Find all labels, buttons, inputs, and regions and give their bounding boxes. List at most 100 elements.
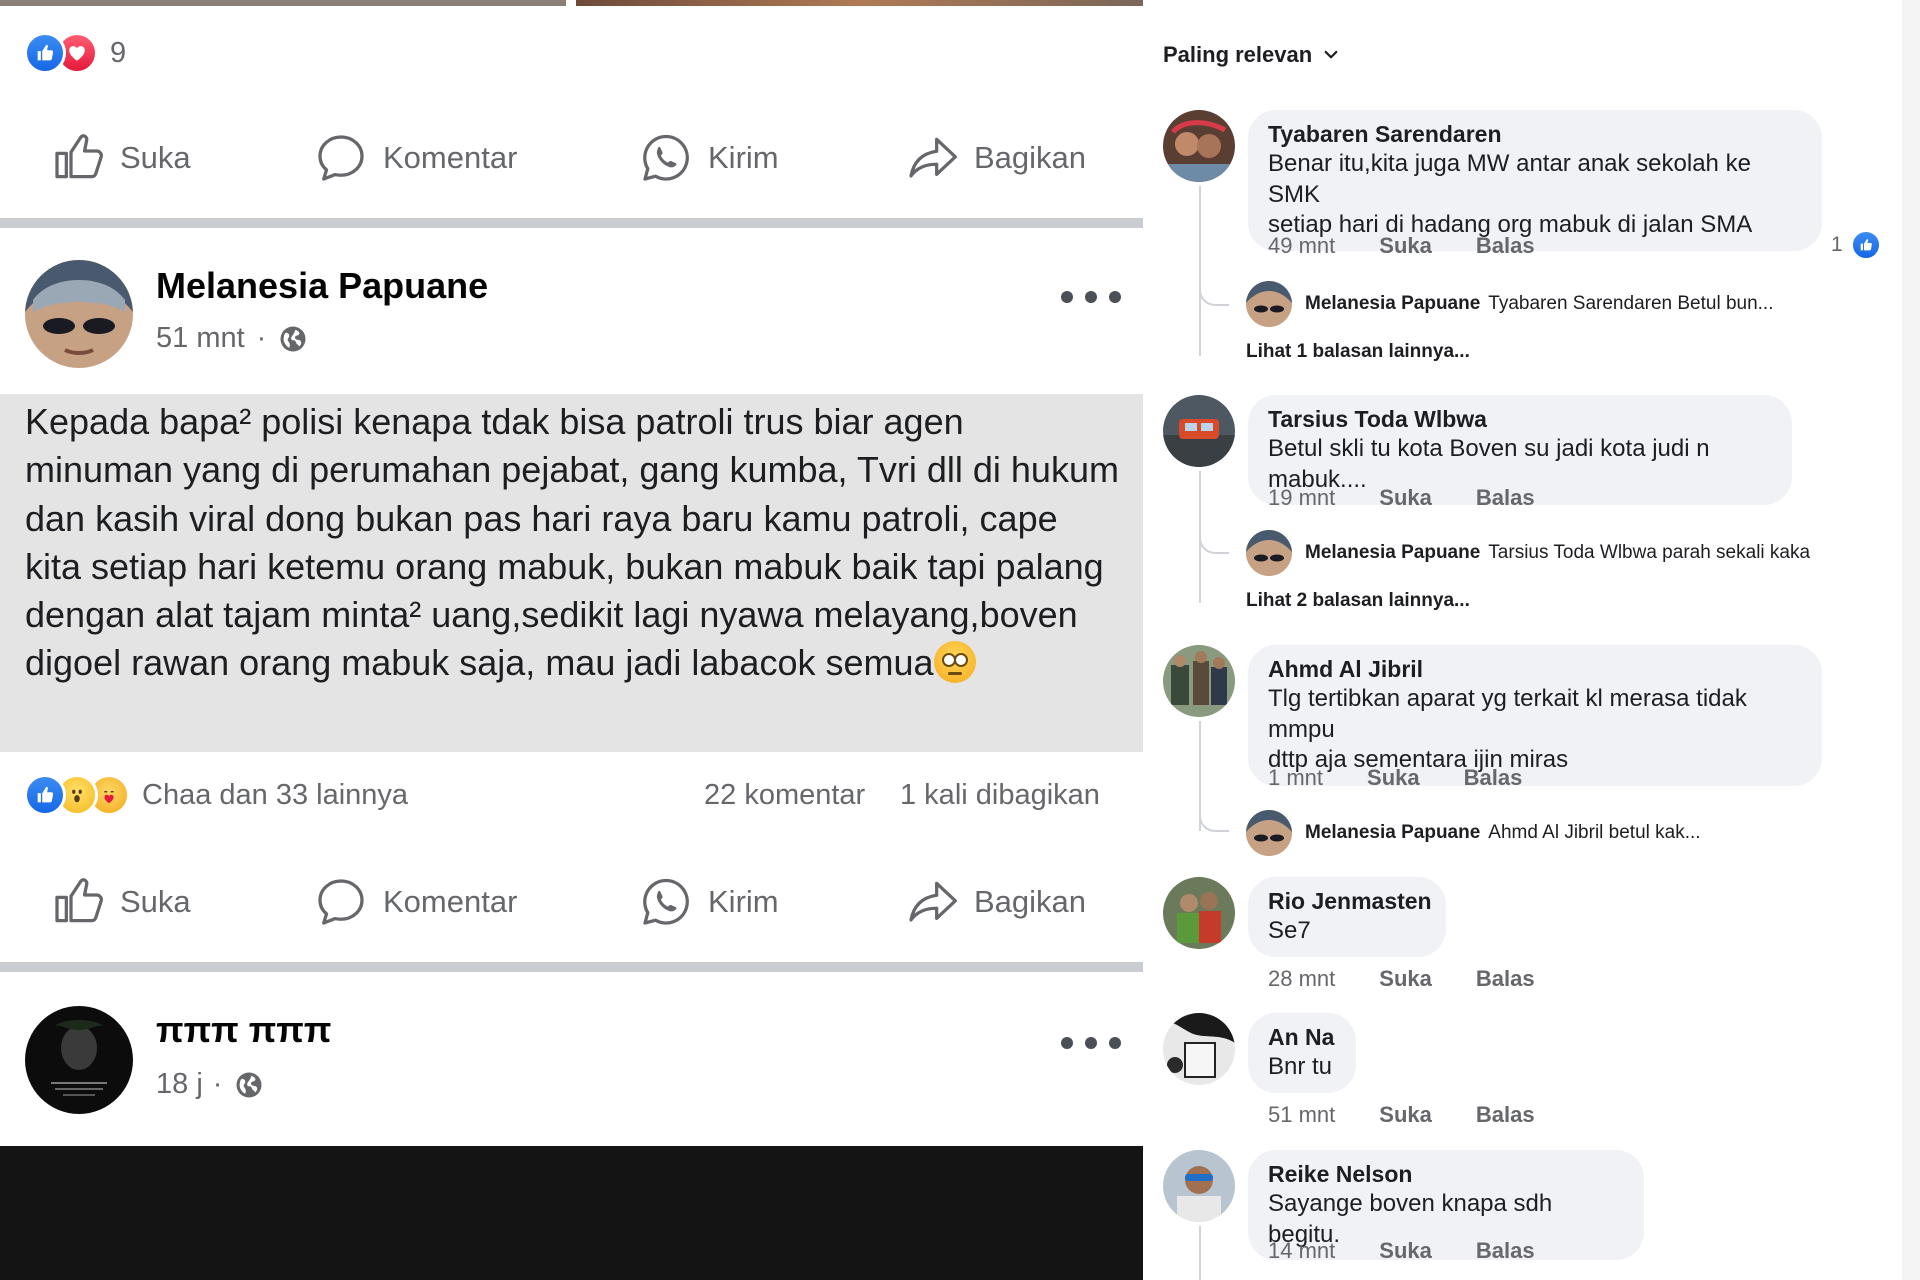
more-icon[interactable] (1061, 282, 1121, 312)
comment-time[interactable]: 28 mnt (1268, 966, 1335, 992)
like-button[interactable]: Suka (50, 130, 191, 186)
avatar[interactable] (1163, 645, 1235, 717)
sort-label: Paling relevan (1163, 42, 1313, 67)
shares-count[interactable]: 1 kali dibagikan (900, 779, 1100, 812)
send-button[interactable]: Kirim (638, 130, 779, 186)
comment-bubble[interactable]: Rio Jenmasten Se7 (1248, 877, 1446, 957)
next-post-media[interactable] (0, 1146, 1143, 1280)
comment-button[interactable]: Komentar (313, 130, 517, 186)
comment-reply-button[interactable]: Balas (1476, 485, 1535, 511)
comment-meta: 49 mnt Suka Balas (1268, 233, 1579, 259)
scrollbar[interactable] (1902, 0, 1920, 1280)
reply-preview[interactable]: Melanesia Papuane Ahmd Al Jibril betul ka… (1305, 822, 1701, 844)
reactions-text: Chaa dan 33 lainnya (142, 778, 409, 811)
share-icon (904, 874, 960, 930)
comment-like-count[interactable]: 1 (1831, 230, 1881, 260)
like-button[interactable]: Suka (50, 874, 191, 930)
post-text: Kepada bapa² polisi kenapa tdak bisa pat… (0, 394, 1143, 752)
comment-time[interactable]: 51 mnt (1268, 1102, 1335, 1128)
reply-author[interactable]: Melanesia Papuane (1305, 822, 1480, 843)
avatar[interactable] (25, 260, 133, 368)
more-icon[interactable] (1061, 1028, 1121, 1058)
reply-preview[interactable]: Melanesia Papuane Tyabaren Sarendaren Bet… (1305, 293, 1774, 315)
meta-separator: · (212, 1068, 223, 1100)
reply-author[interactable]: Melanesia Papuane (1305, 293, 1480, 314)
comment-reply-button[interactable]: Balas (1476, 1238, 1535, 1264)
avatar[interactable] (1246, 530, 1292, 576)
avatar[interactable] (1163, 110, 1235, 182)
post-reactions[interactable]: Chaa dan 33 lainnya (24, 774, 408, 816)
comment-icon (313, 130, 369, 186)
share-icon (904, 130, 960, 186)
reply-text: Tarsius Toda Wlbwa parah sekali kaka (1488, 542, 1811, 563)
share-button[interactable]: Bagikan (904, 874, 1086, 930)
post-divider (0, 962, 1143, 972)
comment-bubble[interactable]: Tyabaren Sarendaren Benar itu,kita juga … (1248, 110, 1822, 251)
comment-author[interactable]: Reike Nelson (1268, 1159, 1624, 1189)
avatar[interactable] (1163, 1150, 1235, 1222)
comment-meta: 28 mnt Suka Balas (1268, 966, 1579, 992)
news-feed: 9 Suka Komentar Kirim Bagikan Melanesia … (0, 0, 1143, 1280)
comment-text: Tlg tertibkan aparat yg terkait kl meras… (1268, 685, 1747, 743)
comment-like-button[interactable]: Suka (1367, 765, 1420, 791)
comment-like-button[interactable]: Suka (1379, 1238, 1432, 1264)
share-button[interactable]: Bagikan (904, 130, 1086, 186)
previous-post-reactions[interactable]: 9 (24, 32, 126, 74)
post-divider (0, 218, 1143, 228)
next-post-header: πππ πππ 18 j · (0, 1006, 1143, 1126)
post-action-bar: Suka Komentar Kirim Bagikan (0, 872, 1143, 932)
thread-line (1199, 808, 1229, 832)
comment-like-button[interactable]: Suka (1379, 966, 1432, 992)
post-time[interactable]: 51 mnt (156, 322, 245, 355)
view-more-replies-link[interactable]: Lihat 2 balasan lainnya... (1246, 590, 1470, 612)
comment-reply-button[interactable]: Balas (1464, 765, 1523, 791)
comment-author[interactable]: Rio Jenmasten (1268, 886, 1432, 916)
avatar[interactable] (1163, 395, 1235, 467)
comment-time[interactable]: 49 mnt (1268, 233, 1335, 259)
comment-like-button[interactable]: Suka (1379, 233, 1432, 259)
comment-time[interactable]: 14 mnt (1268, 1238, 1335, 1264)
avatar[interactable] (1163, 1013, 1235, 1085)
whatsapp-icon (638, 874, 694, 930)
reaction-count: 9 (110, 36, 127, 69)
comment-author[interactable]: Ahmd Al Jibril (1268, 654, 1802, 684)
post-stats: Chaa dan 33 lainnya 22 komentar 1 kali d… (0, 774, 1143, 824)
comment-time[interactable]: 19 mnt (1268, 485, 1335, 511)
send-button[interactable]: Kirim (638, 874, 779, 930)
like-icon (24, 774, 66, 816)
comment-reply-button[interactable]: Balas (1476, 1102, 1535, 1128)
sort-dropdown[interactable]: Paling relevan (1163, 42, 1340, 68)
comment-reply-button[interactable]: Balas (1476, 233, 1535, 259)
comment-meta: 51 mnt Suka Balas (1268, 1102, 1579, 1128)
comment-bubble[interactable]: An Na Bnr tu (1248, 1013, 1356, 1093)
comment-reply-button[interactable]: Balas (1476, 966, 1535, 992)
comment-author[interactable]: An Na (1268, 1022, 1336, 1052)
comment-text: Bnr tu (1268, 1053, 1333, 1080)
comment-like-button[interactable]: Suka (1379, 1102, 1432, 1128)
previous-post-image-2[interactable] (576, 0, 1143, 6)
avatar[interactable] (25, 1006, 133, 1114)
comment-time[interactable]: 1 mnt (1268, 765, 1323, 791)
avatar[interactable] (1163, 877, 1235, 949)
avatar[interactable] (1246, 810, 1292, 856)
reply-text: Tyabaren Sarendaren Betul bun... (1488, 293, 1774, 314)
avatar[interactable] (1246, 281, 1292, 327)
comment-like-button[interactable]: Suka (1379, 485, 1432, 511)
post-header: Melanesia Papuane 51 mnt · (0, 260, 1143, 380)
reply-author[interactable]: Melanesia Papuane (1305, 542, 1480, 563)
comments-count[interactable]: 22 komentar (704, 779, 865, 812)
globe-icon (234, 1070, 264, 1100)
reply-text: Ahmd Al Jibril betul kak... (1488, 822, 1701, 843)
previous-post-image[interactable] (0, 0, 566, 6)
post-time[interactable]: 18 j (156, 1068, 203, 1101)
view-more-replies-link[interactable]: Lihat 1 balasan lainnya... (1246, 341, 1470, 363)
post-author[interactable]: πππ πππ (156, 1009, 331, 1051)
thread-line (1199, 282, 1229, 306)
comment-button[interactable]: Komentar (313, 874, 517, 930)
comment-icon (313, 874, 369, 930)
comment-author[interactable]: Tyabaren Sarendaren (1268, 119, 1802, 149)
comment-author[interactable]: Tarsius Toda Wlbwa (1268, 404, 1772, 434)
post-author[interactable]: Melanesia Papuane (156, 265, 488, 307)
comment-meta: 14 mnt Suka Balas (1268, 1238, 1579, 1264)
reply-preview[interactable]: Melanesia Papuane Tarsius Toda Wlbwa para… (1305, 542, 1810, 564)
